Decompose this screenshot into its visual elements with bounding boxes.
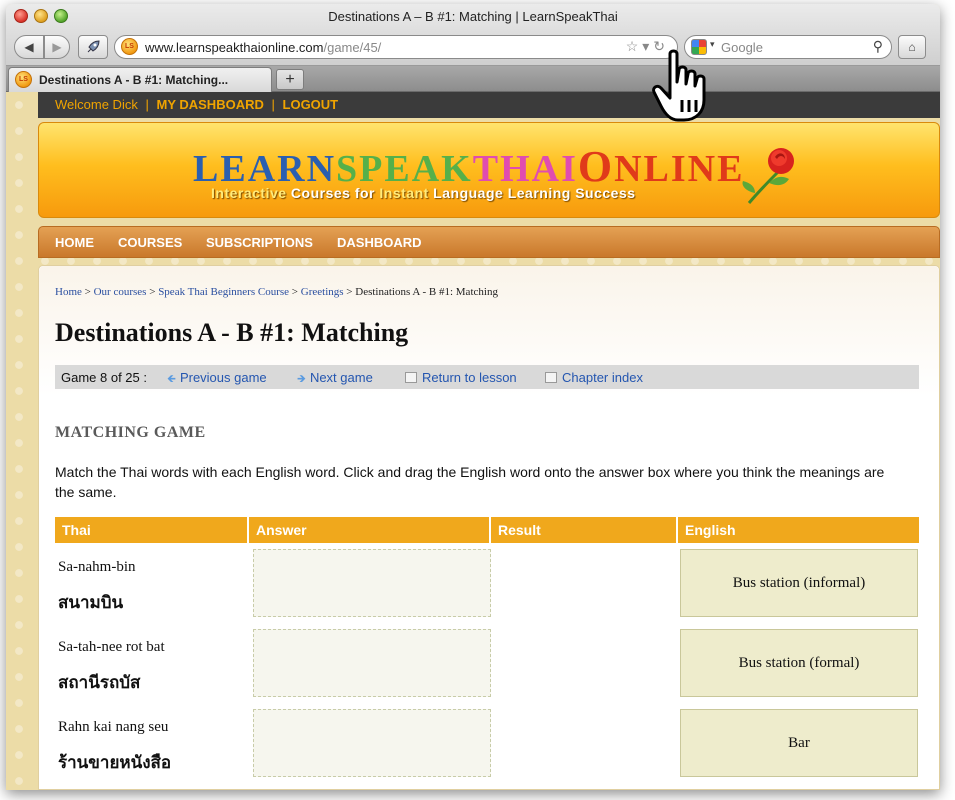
extension-button[interactable]	[78, 35, 108, 59]
header-english: English	[678, 517, 919, 543]
english-draggable[interactable]: Bus station (informal)	[680, 549, 918, 617]
breadcrumb-current: Destinations A - B #1: Matching	[355, 286, 498, 298]
back-button[interactable]: ◀	[14, 35, 44, 59]
next-game-link[interactable]: 🡺 Next game	[297, 370, 373, 389]
transliteration: Sa-nahm-bin	[58, 559, 136, 575]
forward-button[interactable]: ▶	[44, 35, 70, 59]
game-nav-bar: Game 8 of 25 : 🡸 Previous game 🡺 Next game…	[55, 365, 919, 389]
instructions: Match the Thai words with each English w…	[55, 464, 885, 500]
site-banner[interactable]: LEARNSPEAKTHAIONLINE Interactive Courses…	[38, 122, 940, 218]
arrow-right-icon: 🡺	[297, 373, 306, 385]
result-cell	[495, 549, 675, 617]
result-cell	[495, 709, 675, 777]
header-answer: Answer	[249, 517, 489, 543]
table-row: Sa-nahm-bin สนามบิน Bus station (informa…	[55, 543, 919, 623]
breadcrumb: Home > Our courses > Speak Thai Beginner…	[55, 286, 498, 298]
site-tagline: Interactive Courses for Instant Language…	[211, 185, 636, 201]
back-arrow-icon: ◀	[24, 40, 34, 54]
answer-drop-box[interactable]	[253, 709, 491, 777]
english-draggable[interactable]: Bar	[680, 709, 918, 777]
new-tab-button[interactable]: +	[276, 69, 304, 90]
result-cell	[495, 629, 675, 697]
thai-cell: Sa-tah-nee rot bat สถานีรถบัส	[55, 623, 247, 703]
book-icon	[405, 372, 417, 383]
tab-active[interactable]: LS Destinations A - B #1: Matching...	[8, 67, 272, 92]
forward-arrow-icon: ▶	[52, 40, 62, 54]
game-count: Game 8 of 25 :	[61, 370, 147, 385]
browser-window: Destinations A – B #1: Matching | LearnS…	[6, 4, 940, 790]
rose-icon	[742, 148, 794, 204]
thai-word: ร้านขายหนังสือ	[58, 753, 172, 773]
window-title: Destinations A – B #1: Matching | LearnS…	[328, 9, 618, 24]
nav-dashboard[interactable]: DASHBOARD	[337, 235, 422, 250]
site-favicon-icon: LS	[121, 38, 138, 55]
table-row: Sa-tah-nee rot bat สถานีรถบัส Bus statio…	[55, 623, 919, 703]
logout-link[interactable]: LOGOUT	[283, 97, 339, 112]
tab-strip: LS Destinations A - B #1: Matching... +	[6, 66, 940, 92]
return-to-lesson-link[interactable]: Return to lesson	[405, 370, 517, 385]
main-nav: HOME COURSES SUBSCRIPTIONS DASHBOARD	[38, 226, 940, 258]
header-result: Result	[491, 517, 676, 543]
breadcrumb-chapter[interactable]: Greetings	[301, 286, 344, 298]
thai-word: สนามบิน	[58, 593, 124, 613]
user-bar: Welcome Dick | MY DASHBOARD | LOGOUT	[38, 92, 940, 118]
arrow-left-icon: 🡸	[167, 373, 176, 385]
breadcrumb-home[interactable]: Home	[55, 286, 82, 298]
url-text: www.learnspeakthaionline.com/game/45/	[145, 40, 382, 55]
nav-courses[interactable]: COURSES	[118, 235, 182, 250]
page-viewport: Welcome Dick | MY DASHBOARD | LOGOUT LEA…	[6, 92, 940, 790]
previous-game-link[interactable]: 🡸 Previous game	[167, 370, 267, 389]
browser-toolbar: Destinations A – B #1: Matching | LearnS…	[6, 4, 940, 66]
answer-drop-box[interactable]	[253, 549, 491, 617]
book-icon	[545, 372, 557, 383]
my-dashboard-link[interactable]: MY DASHBOARD	[156, 97, 263, 112]
chapter-index-link[interactable]: Chapter index	[545, 370, 643, 385]
answer-drop-box[interactable]	[253, 629, 491, 697]
magnifier-icon[interactable]: ⚲	[873, 38, 883, 55]
tab-favicon-icon: LS	[15, 71, 32, 88]
separator: |	[145, 97, 149, 112]
address-bar[interactable]: LS www.learnspeakthaionline.com/game/45/…	[114, 35, 678, 59]
home-button[interactable]: ⌂	[898, 35, 926, 59]
thai-cell: Rahn kai nang seu ร้านขายหนังสือ	[55, 703, 247, 783]
transliteration: Rahn kai nang seu	[58, 719, 169, 735]
thai-word: สถานีรถบัส	[58, 673, 141, 693]
thai-cell: Sa-nahm-bin สนามบิน	[55, 543, 247, 623]
house-icon: ⌂	[908, 40, 916, 54]
table-row: Rahn kai nang seu ร้านขายหนังสือ Bar	[55, 703, 919, 783]
welcome-text: Welcome Dick	[55, 97, 138, 112]
hand-cursor-icon	[652, 49, 706, 122]
transliteration: Sa-tah-nee rot bat	[58, 639, 165, 655]
breadcrumb-course[interactable]: Speak Thai Beginners Course	[158, 286, 289, 298]
nav-subscriptions[interactable]: SUBSCRIPTIONS	[206, 235, 313, 250]
separator: |	[271, 97, 275, 112]
tab-title: Destinations A - B #1: Matching...	[39, 73, 229, 87]
english-draggable[interactable]: Bus station (formal)	[680, 629, 918, 697]
search-placeholder: Google	[721, 40, 763, 55]
page-title: Destinations A - B #1: Matching	[55, 318, 409, 347]
breadcrumb-courses[interactable]: Our courses	[94, 286, 147, 298]
rocket-icon	[87, 40, 100, 53]
section-title: MATCHING GAME	[55, 424, 206, 441]
content-panel: Home > Our courses > Speak Thai Beginner…	[38, 265, 940, 790]
nav-home[interactable]: HOME	[55, 235, 94, 250]
header-thai: Thai	[55, 517, 247, 543]
